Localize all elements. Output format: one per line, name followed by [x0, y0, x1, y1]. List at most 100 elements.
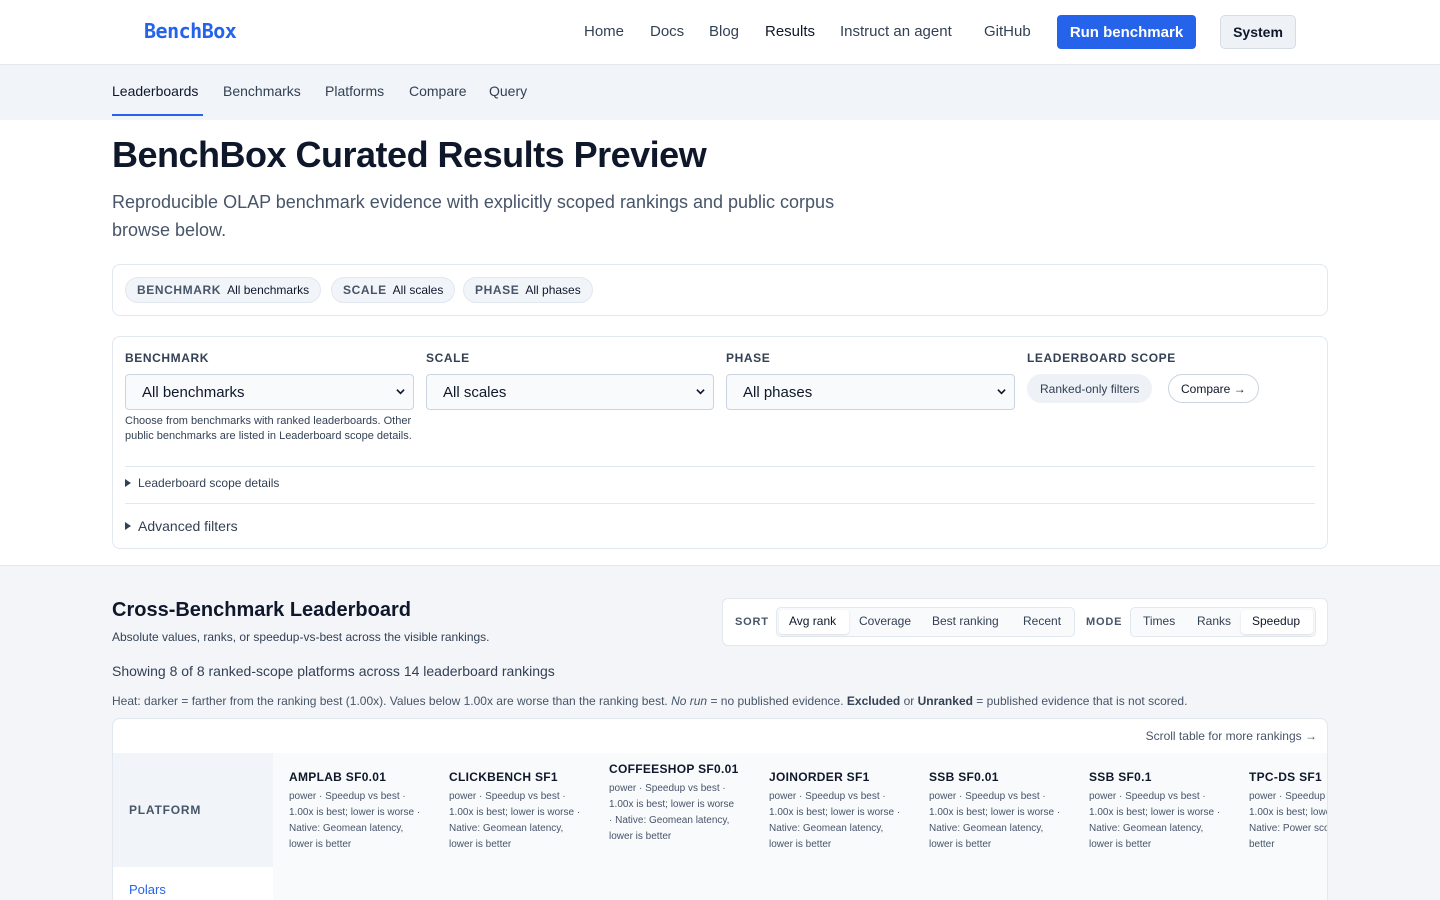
- nav-blog[interactable]: Blog: [709, 23, 739, 40]
- heat-intro: Heat: darker = farther from the ranking …: [112, 694, 672, 708]
- page-title: BenchBox Curated Results Preview: [112, 134, 707, 175]
- chip-value: All benchmarks: [227, 283, 310, 297]
- scroll-hint: Scroll table for more rankings →: [1145, 729, 1317, 743]
- nav-results[interactable]: Results: [765, 23, 815, 40]
- scale-filter-label: SCALE: [426, 351, 470, 365]
- heat-or: or: [900, 694, 918, 708]
- advanced-filters-toggle[interactable]: Advanced filters: [125, 518, 238, 534]
- active-tab-indicator: [112, 114, 203, 116]
- tab-query[interactable]: Query: [489, 83, 527, 99]
- chip-key: BENCHMARK: [137, 283, 222, 297]
- tab-leaderboards[interactable]: Leaderboards: [112, 83, 198, 99]
- column-title: COFFEESHOP SF0.01: [609, 762, 739, 776]
- benchmark-help-text: Choose from benchmarks with ranked leade…: [125, 415, 412, 442]
- brand-logo[interactable]: BenchBox: [144, 19, 237, 43]
- top-navbar: BenchBox Home Docs Blog Results Instruct…: [0, 0, 1440, 65]
- advanced-filters-label: Advanced filters: [138, 518, 238, 534]
- scope-details-label: Leaderboard scope details: [138, 476, 280, 490]
- theme-system-button[interactable]: System: [1220, 15, 1296, 49]
- chip-value: All phases: [525, 283, 581, 297]
- chip-value: All scales: [392, 283, 444, 297]
- heat-end: = published evidence that is not scored.: [972, 694, 1188, 708]
- sort-coverage[interactable]: Coverage: [859, 614, 911, 628]
- platform-link[interactable]: Polars: [129, 882, 166, 897]
- chip-phase[interactable]: PHASE All phases: [463, 277, 593, 303]
- column-header[interactable]: JOINORDER SF1 power · Speedup vs best · …: [769, 769, 909, 853]
- tab-platforms[interactable]: Platforms: [325, 83, 384, 99]
- phase-select[interactable]: All phases: [726, 374, 1015, 410]
- leaderboard-table[interactable]: Scroll table for more rankings → PLATFOR…: [112, 718, 1328, 900]
- chip-key: SCALE: [343, 283, 387, 297]
- sort-avg-rank[interactable]: Avg rank: [789, 614, 836, 628]
- column-description: power · Speedup vs best · 1.00x is best;…: [449, 791, 581, 850]
- active-filters-bar: BENCHMARK All benchmarks SCALE All scale…: [112, 264, 1328, 316]
- mode-times[interactable]: Times: [1143, 614, 1175, 628]
- chip-benchmark[interactable]: BENCHMARK All benchmarks: [125, 277, 322, 303]
- sort-segmented-control: Avg rank Coverage Best ranking Recent: [776, 607, 1075, 637]
- heat-legend: Heat: darker = farther from the ranking …: [112, 694, 1187, 708]
- disclosure-triangle-icon: [125, 479, 131, 487]
- phase-filter-label: PHASE: [726, 351, 771, 365]
- ranked-only-filters-pill[interactable]: Ranked-only filters: [1027, 374, 1153, 403]
- divider: [125, 466, 1315, 467]
- column-description: power · Speedup vs best · 1.00x is best;…: [1249, 791, 1327, 850]
- nav-home[interactable]: Home: [584, 23, 624, 40]
- leaderboard-description: Absolute values, ranks, or speedup-vs-be…: [112, 630, 490, 644]
- tab-compare[interactable]: Compare: [409, 83, 467, 99]
- column-title: SSB SF0.01: [929, 770, 999, 784]
- chevron-down-icon: [396, 389, 405, 395]
- sort-label: SORT: [735, 616, 769, 628]
- platform-column-header[interactable]: PLATFORM: [129, 803, 201, 817]
- column-header[interactable]: SSB SF0.1 power · Speedup vs best · 1.00…: [1089, 769, 1229, 853]
- mode-segmented-control: Times Ranks Speedup: [1130, 607, 1316, 637]
- sort-mode-toolbar: SORT Avg rank Coverage Best ranking Rece…: [722, 598, 1328, 646]
- chevron-down-icon: [997, 389, 1006, 395]
- heat-excluded: Excluded: [846, 694, 901, 708]
- mode-speedup[interactable]: Speedup: [1252, 614, 1300, 628]
- sort-best-ranking[interactable]: Best ranking: [932, 614, 999, 628]
- nav-docs[interactable]: Docs: [650, 23, 684, 40]
- benchmark-select[interactable]: All benchmarks: [125, 374, 414, 410]
- column-header[interactable]: CLICKBENCH SF1 power · Speedup vs best ·…: [449, 769, 589, 853]
- benchmark-filter-label: BENCHMARK: [125, 351, 210, 365]
- mode-label: MODE: [1086, 616, 1123, 628]
- column-header[interactable]: AMPLAB SF0.01 power · Speedup vs best · …: [289, 769, 429, 853]
- column-description: power · Speedup vs best · 1.00x is best;…: [769, 791, 901, 850]
- tab-benchmarks[interactable]: Benchmarks: [223, 83, 301, 99]
- scale-select[interactable]: All scales: [426, 374, 714, 410]
- table-row-cells: [273, 867, 1327, 900]
- column-description: power · Speedup vs best · 1.00x is best;…: [289, 791, 421, 850]
- nav-instruct-agent[interactable]: Instruct an agent: [840, 23, 952, 40]
- nav-github[interactable]: GitHub: [984, 23, 1031, 40]
- chevron-down-icon: [696, 389, 705, 395]
- filter-panel: BENCHMARK All benchmarks Choose from ben…: [112, 336, 1328, 549]
- column-title: CLICKBENCH SF1: [449, 770, 558, 784]
- divider: [125, 503, 1315, 504]
- page-subtitle: Reproducible OLAP benchmark evidence wit…: [112, 192, 835, 240]
- leaderboard-count: Showing 8 of 8 ranked-scope platforms ac…: [112, 663, 555, 679]
- column-title: TPC-DS SF1: [1249, 770, 1323, 784]
- heat-no-run-text: = no published evidence.: [707, 694, 847, 708]
- column-title: SSB SF0.1: [1089, 770, 1152, 784]
- disclosure-triangle-icon: [125, 522, 131, 530]
- compare-link-pill[interactable]: Compare →: [1168, 374, 1259, 403]
- phase-select-value: All phases: [743, 383, 813, 401]
- heat-no-run: No run: [671, 694, 708, 708]
- column-header[interactable]: COFFEESHOP SF0.01 power · Speedup vs bes…: [609, 761, 739, 845]
- results-subnav: Leaderboards Benchmarks Platforms Compar…: [0, 65, 1440, 120]
- heat-unranked: Unranked: [917, 694, 973, 708]
- scope-details-toggle[interactable]: Leaderboard scope details: [125, 476, 279, 490]
- chip-key: PHASE: [475, 283, 520, 297]
- column-header[interactable]: SSB SF0.01 power · Speedup vs best · 1.0…: [929, 769, 1069, 853]
- scale-select-value: All scales: [443, 383, 507, 401]
- column-title: JOINORDER SF1: [769, 770, 870, 784]
- column-description: power · Speedup vs best · 1.00x is best;…: [929, 791, 1061, 850]
- column-header[interactable]: TPC-DS SF1 power · Speedup vs best · 1.0…: [1249, 769, 1327, 853]
- chip-scale[interactable]: SCALE All scales: [331, 277, 456, 303]
- column-description: power · Speedup vs best · 1.00x is best;…: [1089, 791, 1221, 850]
- column-description: power · Speedup vs best · 1.00x is best;…: [609, 783, 735, 842]
- sort-recent[interactable]: Recent: [1023, 614, 1061, 628]
- mode-ranks[interactable]: Ranks: [1197, 614, 1231, 628]
- run-benchmark-button[interactable]: Run benchmark: [1057, 15, 1196, 49]
- leaderboard-title: Cross-Benchmark Leaderboard: [112, 599, 411, 621]
